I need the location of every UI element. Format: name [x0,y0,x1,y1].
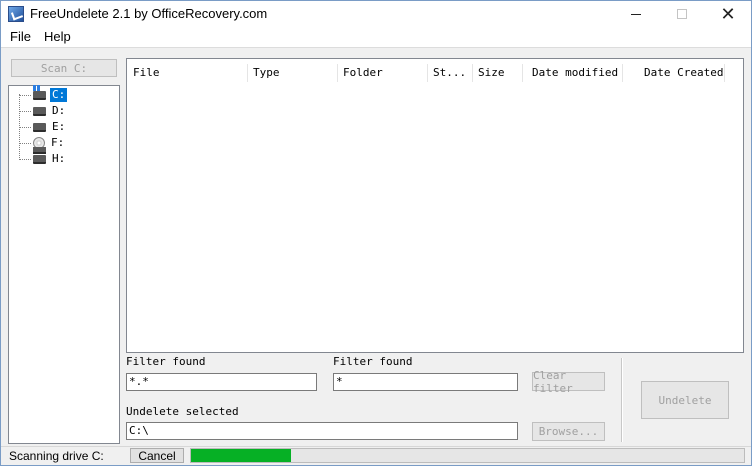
clear-filter-button[interactable]: Clear filter [532,369,605,395]
filter-input-2[interactable]: * [333,373,518,391]
app-window: FreeUndelete 2.1 by OfficeRecovery.com ✕… [0,0,752,466]
scan-button[interactable]: Scan C: [11,59,117,77]
menu-file[interactable]: File [10,29,31,44]
system-drive-icon [33,84,46,100]
window-title: FreeUndelete 2.1 by OfficeRecovery.com [30,6,268,21]
minimize-icon [631,13,641,15]
drive-item-h[interactable]: H: [19,152,67,166]
app-icon [8,6,24,22]
close-button[interactable]: ✕ [705,1,751,27]
menu-help[interactable]: Help [44,29,71,44]
column-header-file[interactable]: File [127,65,247,81]
column-header-date-modified[interactable]: Date modified [526,65,626,81]
progress-fill [191,449,291,462]
undelete-path-input[interactable]: C:\ [126,422,518,440]
filter-input[interactable]: *.* [126,373,317,391]
drive-icon [33,106,46,116]
cancel-button[interactable]: Cancel [130,448,184,463]
maximize-button[interactable] [659,1,705,27]
column-header-size[interactable]: Size [472,65,522,81]
scan-progress-bar [190,448,745,463]
drive-item-d[interactable]: D: [19,104,67,118]
file-list[interactable]: File Type Folder St... Size Date modifie… [126,58,744,353]
maximize-icon [677,9,687,19]
column-header-status[interactable]: St... [427,65,472,81]
drive-item-f[interactable]: F: [19,136,66,154]
drive-icon [33,122,46,132]
minimize-button[interactable] [613,1,659,27]
column-header-folder[interactable]: Folder [337,65,427,81]
cd-drive-icon [33,137,46,154]
status-text: Scanning drive C: [9,449,104,463]
panel-divider [621,358,623,442]
drive-item-e[interactable]: E: [19,120,67,134]
drive-label: H: [52,152,66,165]
undelete-label: Undelete selected [126,405,239,418]
close-icon: ✕ [720,3,736,24]
drive-tree[interactable]: C: D: E: F: H: [8,84,120,444]
column-header-date-created[interactable]: Date Created [638,65,738,81]
column-header-type[interactable]: Type [247,65,337,81]
menu-divider [1,47,751,48]
title-bar: FreeUndelete 2.1 by OfficeRecovery.com ✕ [1,1,751,27]
drive-label: C: [50,88,68,102]
browse-button[interactable]: Browse... [532,422,605,441]
drive-label: E: [52,120,66,133]
filter-label: Filter found [126,355,206,368]
menu-bar: File Help [1,27,751,47]
drive-label: F: [51,136,65,149]
drive-item-c[interactable]: C: [19,84,68,102]
drive-icon [33,154,46,164]
drive-label: D: [52,104,66,117]
undelete-button[interactable]: Undelete [641,381,729,419]
filter-label-2: Filter found [333,355,413,368]
status-divider [1,446,751,447]
